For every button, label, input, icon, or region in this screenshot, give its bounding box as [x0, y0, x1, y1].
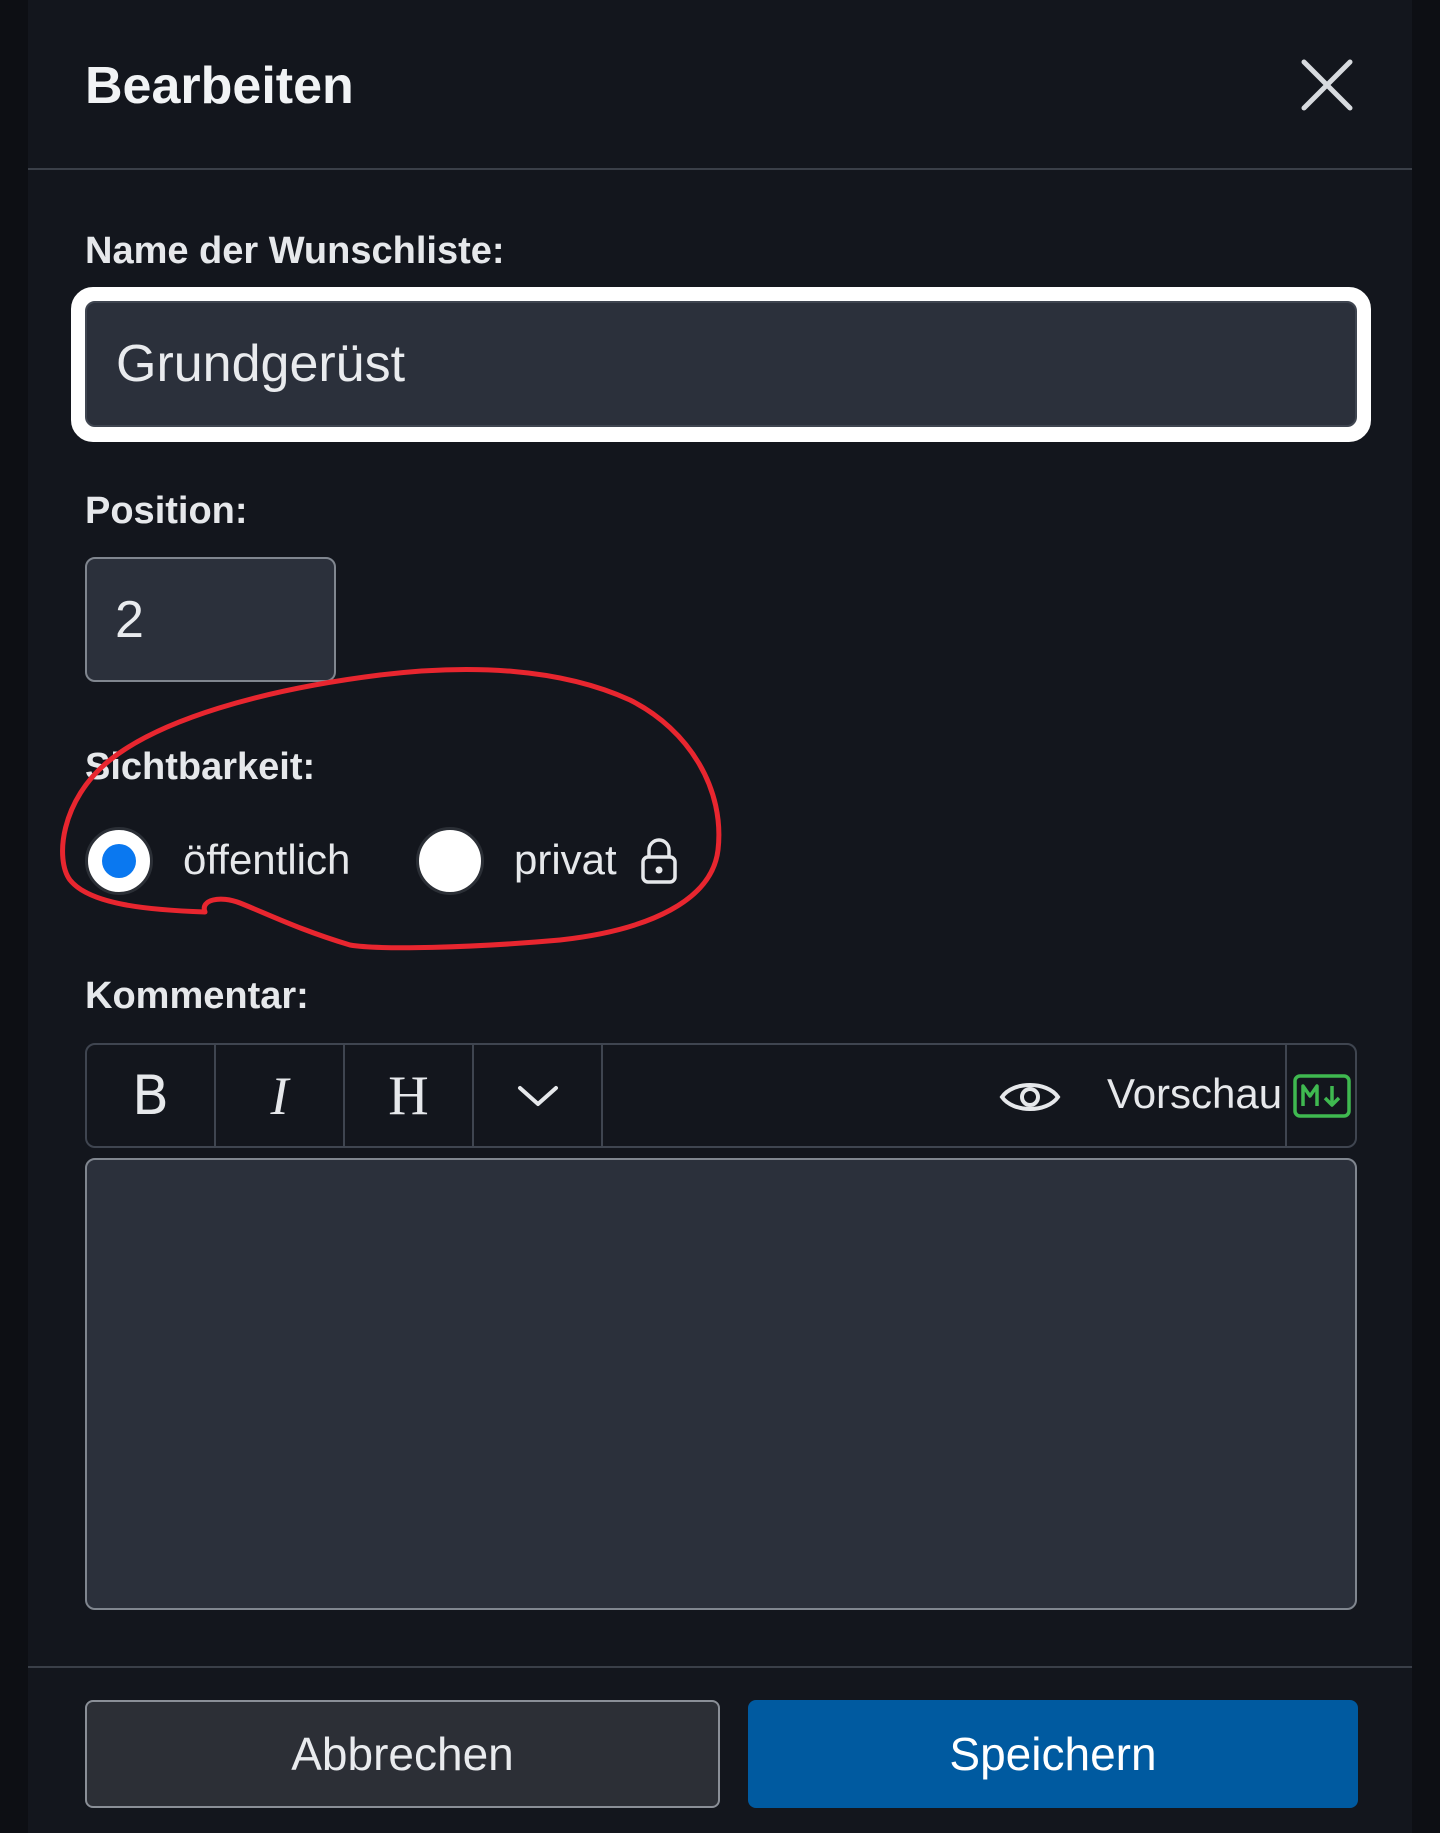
visibility-private-radio[interactable] [416, 827, 484, 895]
markdown-toggle[interactable] [1287, 1045, 1357, 1146]
lock-icon [641, 838, 677, 884]
save-button[interactable]: Speichern [748, 1700, 1358, 1808]
cancel-button[interactable]: Abbrechen [85, 1700, 720, 1808]
comment-label: Kommentar: [85, 975, 309, 1017]
comment-textarea[interactable] [85, 1158, 1357, 1610]
name-label: Name der Wunschliste: [85, 230, 505, 272]
editor-toolbar: B I H Vorschau [85, 1043, 1357, 1148]
markdown-icon [1293, 1073, 1351, 1118]
preview-label: Vorschau [1107, 1070, 1283, 1117]
chevron-down-icon [517, 1085, 558, 1106]
name-input[interactable] [85, 301, 1357, 427]
italic-button[interactable]: I [216, 1045, 345, 1146]
edit-dialog: Bearbeiten Name der Wunschliste: Positio… [28, 0, 1412, 1833]
more-formatting-button[interactable] [474, 1045, 603, 1146]
heading-button[interactable]: H [345, 1045, 474, 1146]
radio-selected-dot [102, 844, 136, 878]
heading-icon: H [388, 1064, 429, 1127]
bold-icon: B [131, 1064, 170, 1127]
close-button[interactable] [1298, 56, 1356, 114]
visibility-private-label[interactable]: privat [514, 836, 617, 884]
preview-button[interactable]: Vorschau [907, 1045, 1287, 1146]
position-input[interactable] [85, 557, 336, 682]
dialog-title: Bearbeiten [85, 57, 354, 115]
visibility-public-label[interactable]: öffentlich [183, 836, 350, 884]
visibility-public-radio[interactable] [85, 827, 153, 895]
dialog-footer: Abbrechen Speichern [28, 1666, 1412, 1833]
bold-button[interactable]: B [87, 1045, 216, 1146]
italic-icon: I [270, 1065, 289, 1126]
dialog-header: Bearbeiten [28, 0, 1412, 170]
close-icon [1301, 59, 1353, 111]
visibility-label: Sichtbarkeit: [85, 746, 316, 788]
eye-icon [999, 1083, 1061, 1111]
position-label: Position: [85, 490, 248, 532]
